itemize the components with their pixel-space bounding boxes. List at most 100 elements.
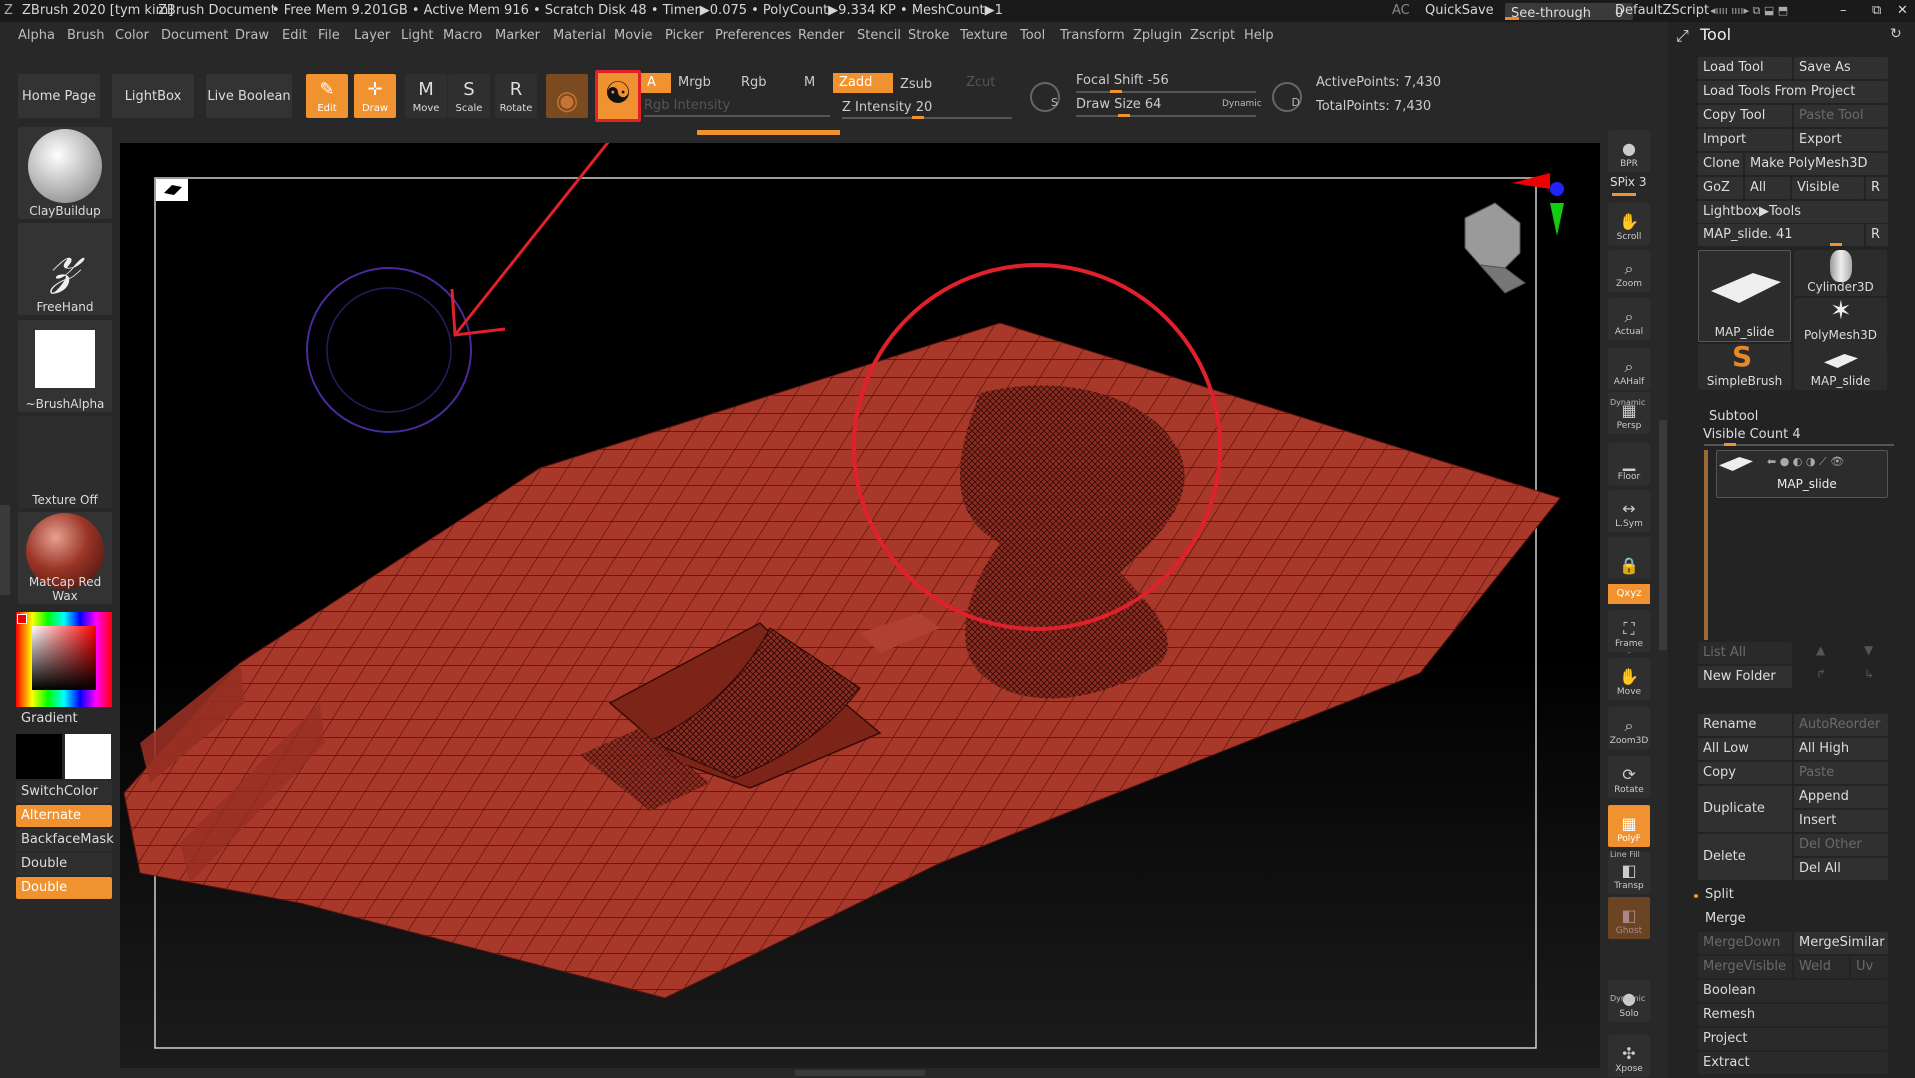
tool-selector-r-button[interactable]: R — [1866, 224, 1888, 246]
subtool-scrollbar[interactable] — [1704, 450, 1708, 640]
color-picker-square[interactable] — [32, 626, 96, 690]
qxyz-button[interactable]: Qxyz — [1608, 584, 1650, 604]
move-up-icon[interactable]: ▲ — [1816, 643, 1825, 657]
rgb-intensity-slider[interactable]: Rgb Intensity — [638, 96, 834, 116]
folder-up-icon[interactable]: ↱ — [1816, 667, 1826, 681]
extract-section[interactable]: Extract — [1698, 1052, 1888, 1074]
texture-selector[interactable]: Texture Off — [18, 416, 112, 508]
maximize-icon[interactable]: ⧉ — [1872, 0, 1881, 22]
tool-draw-button[interactable]: ✛ Draw — [354, 74, 396, 118]
folder-down-icon[interactable]: ↳ — [1864, 667, 1874, 681]
menu-layer[interactable]: Layer — [354, 25, 390, 47]
paste-tool-button[interactable]: Paste Tool — [1794, 105, 1888, 127]
focal-shift-dial-icon[interactable]: S — [1030, 82, 1060, 112]
shelf-aahalf-button[interactable]: ⌕ AAHalf — [1608, 348, 1650, 390]
spix-slider[interactable]: SPix 3 — [1610, 175, 1646, 189]
tool-move-button[interactable]: M Move — [405, 74, 447, 118]
uv-button[interactable]: Uv — [1851, 956, 1888, 978]
palette-layout-icon[interactable]: ◂ıııı ıııı▸ ⧉ ⬓ ⬒ — [1710, 0, 1788, 22]
goz-button[interactable]: GoZ — [1698, 177, 1743, 199]
menu-texture[interactable]: Texture — [960, 25, 1008, 47]
project-section[interactable]: Project — [1698, 1028, 1888, 1050]
ac-button[interactable]: AC — [1392, 0, 1410, 22]
weld-button[interactable]: Weld — [1794, 956, 1849, 978]
focal-shift-slider[interactable]: Focal Shift -56 — [1070, 71, 1260, 91]
del-other-button[interactable]: Del Other — [1794, 834, 1888, 856]
remesh-section[interactable]: Remesh — [1698, 1004, 1888, 1026]
import-button[interactable]: Import — [1698, 129, 1792, 151]
menu-stencil[interactable]: Stencil — [857, 25, 901, 47]
zsub-button[interactable]: Zsub — [894, 75, 954, 95]
menu-alpha[interactable]: Alpha — [18, 25, 55, 47]
live-boolean-button[interactable]: Live Boolean — [206, 74, 292, 118]
alpha-selector[interactable]: ~BrushAlpha — [18, 320, 112, 412]
menu-edit[interactable]: Edit — [282, 25, 307, 47]
mrgb-color-sphere-button[interactable]: ◉ — [546, 74, 588, 118]
mergesimilar-button[interactable]: MergeSimilar — [1794, 932, 1888, 954]
save-as-button[interactable]: Save As — [1794, 57, 1888, 79]
double-button-1[interactable]: Double — [16, 853, 112, 875]
boolean-section[interactable]: Boolean — [1698, 980, 1888, 1002]
close-icon[interactable]: ✕ — [1897, 0, 1908, 22]
menu-zscript[interactable]: Zscript — [1190, 25, 1235, 47]
menu-help[interactable]: Help — [1244, 25, 1274, 47]
menu-file[interactable]: File — [318, 25, 340, 47]
menu-macro[interactable]: Macro — [443, 25, 482, 47]
stroke-selector[interactable]: 𝓏 FreeHand — [18, 223, 112, 315]
menu-marker[interactable]: Marker — [495, 25, 540, 47]
copy-button[interactable]: Copy — [1698, 762, 1792, 784]
dynamic-button[interactable]: Dynamic — [1222, 99, 1262, 109]
material-toggle-button[interactable]: ☯ — [595, 70, 641, 122]
shelf-l-sym-button[interactable]: ↔ L.Sym — [1608, 490, 1650, 532]
default-zscript-button[interactable]: DefaultZScript — [1615, 0, 1709, 22]
mergevisible-button[interactable]: MergeVisible — [1698, 956, 1792, 978]
primary-color-swatch[interactable] — [65, 734, 111, 779]
z-intensity-knob[interactable] — [912, 116, 924, 119]
palette-popout-icon[interactable]: ↻ — [1890, 26, 1902, 42]
rename-button[interactable]: Rename — [1698, 714, 1792, 736]
new-folder-button[interactable]: New Folder — [1698, 666, 1792, 688]
menu-transform[interactable]: Transform — [1060, 25, 1125, 47]
delete-button[interactable]: Delete — [1698, 834, 1792, 880]
menu-material[interactable]: Material — [553, 25, 606, 47]
rgb-button[interactable]: Rgb — [735, 73, 795, 93]
alternate-button[interactable]: Alternate — [16, 805, 112, 827]
subtool-item-map-slide[interactable]: ⬅ ● ◐ ◑ ⟋ 👁 MAP_slide — [1716, 450, 1888, 498]
quicksave-button[interactable]: QuickSave — [1425, 0, 1494, 22]
zcut-button[interactable]: Zcut — [960, 73, 1010, 93]
lightbox-button[interactable]: LightBox — [112, 74, 194, 118]
menu-brush[interactable]: Brush — [67, 25, 105, 47]
tool-scale-button[interactable]: S Scale — [448, 74, 490, 118]
z-intensity-slider[interactable]: Z Intensity 20 — [836, 98, 1016, 118]
list-all-button[interactable]: List All — [1698, 642, 1792, 664]
double-button-2[interactable]: Double — [16, 877, 112, 899]
shelf-lock-button[interactable]: 🔒 — [1608, 537, 1650, 579]
left-panel-divider[interactable] — [0, 505, 10, 595]
spix-knob[interactable] — [1612, 193, 1636, 196]
shelf-ghost-button[interactable]: ◧ Ghost — [1608, 897, 1650, 939]
shelf-rotate-button[interactable]: ⟳ Rotate — [1608, 756, 1650, 798]
focal-shift-knob[interactable] — [1110, 90, 1122, 93]
tool-tile-map-slide[interactable]: MAP_slide — [1698, 250, 1791, 342]
shelf-move-button[interactable]: ✋ Move — [1608, 658, 1650, 700]
3d-viewport[interactable] — [120, 130, 1600, 1068]
brush-selector[interactable]: ClayBuildup — [18, 127, 112, 219]
merge-section[interactable]: Merge — [1700, 908, 1746, 930]
shelf-polyf-button[interactable]: ▦ PolyF — [1608, 805, 1650, 847]
goz-visible-button[interactable]: Visible — [1792, 177, 1864, 199]
draw-dial-icon[interactable]: D — [1272, 82, 1302, 112]
make-polymesh3d-button[interactable]: Make PolyMesh3D — [1745, 153, 1888, 175]
shelf-scroll-button[interactable]: ✋ Scroll — [1608, 203, 1650, 245]
viewport-canvas[interactable] — [120, 130, 1600, 1068]
secondary-color-swatch[interactable] — [16, 734, 62, 779]
menu-stroke[interactable]: Stroke — [908, 25, 949, 47]
gradient-label[interactable]: Gradient — [21, 711, 78, 726]
viewport-scroll-handle[interactable] — [795, 1070, 925, 1076]
m-button[interactable]: M — [798, 73, 838, 93]
lightbox-tools-button[interactable]: Lightbox▶Tools — [1698, 201, 1888, 223]
draw-size-knob[interactable] — [1118, 114, 1130, 117]
shelf-actual-button[interactable]: ⌕ Actual — [1608, 298, 1650, 340]
shelf-zoom-button[interactable]: ⌕ Zoom — [1608, 250, 1650, 292]
backfacemask-button[interactable]: BackfaceMask — [16, 829, 114, 851]
main-color-swatch[interactable] — [17, 614, 27, 624]
